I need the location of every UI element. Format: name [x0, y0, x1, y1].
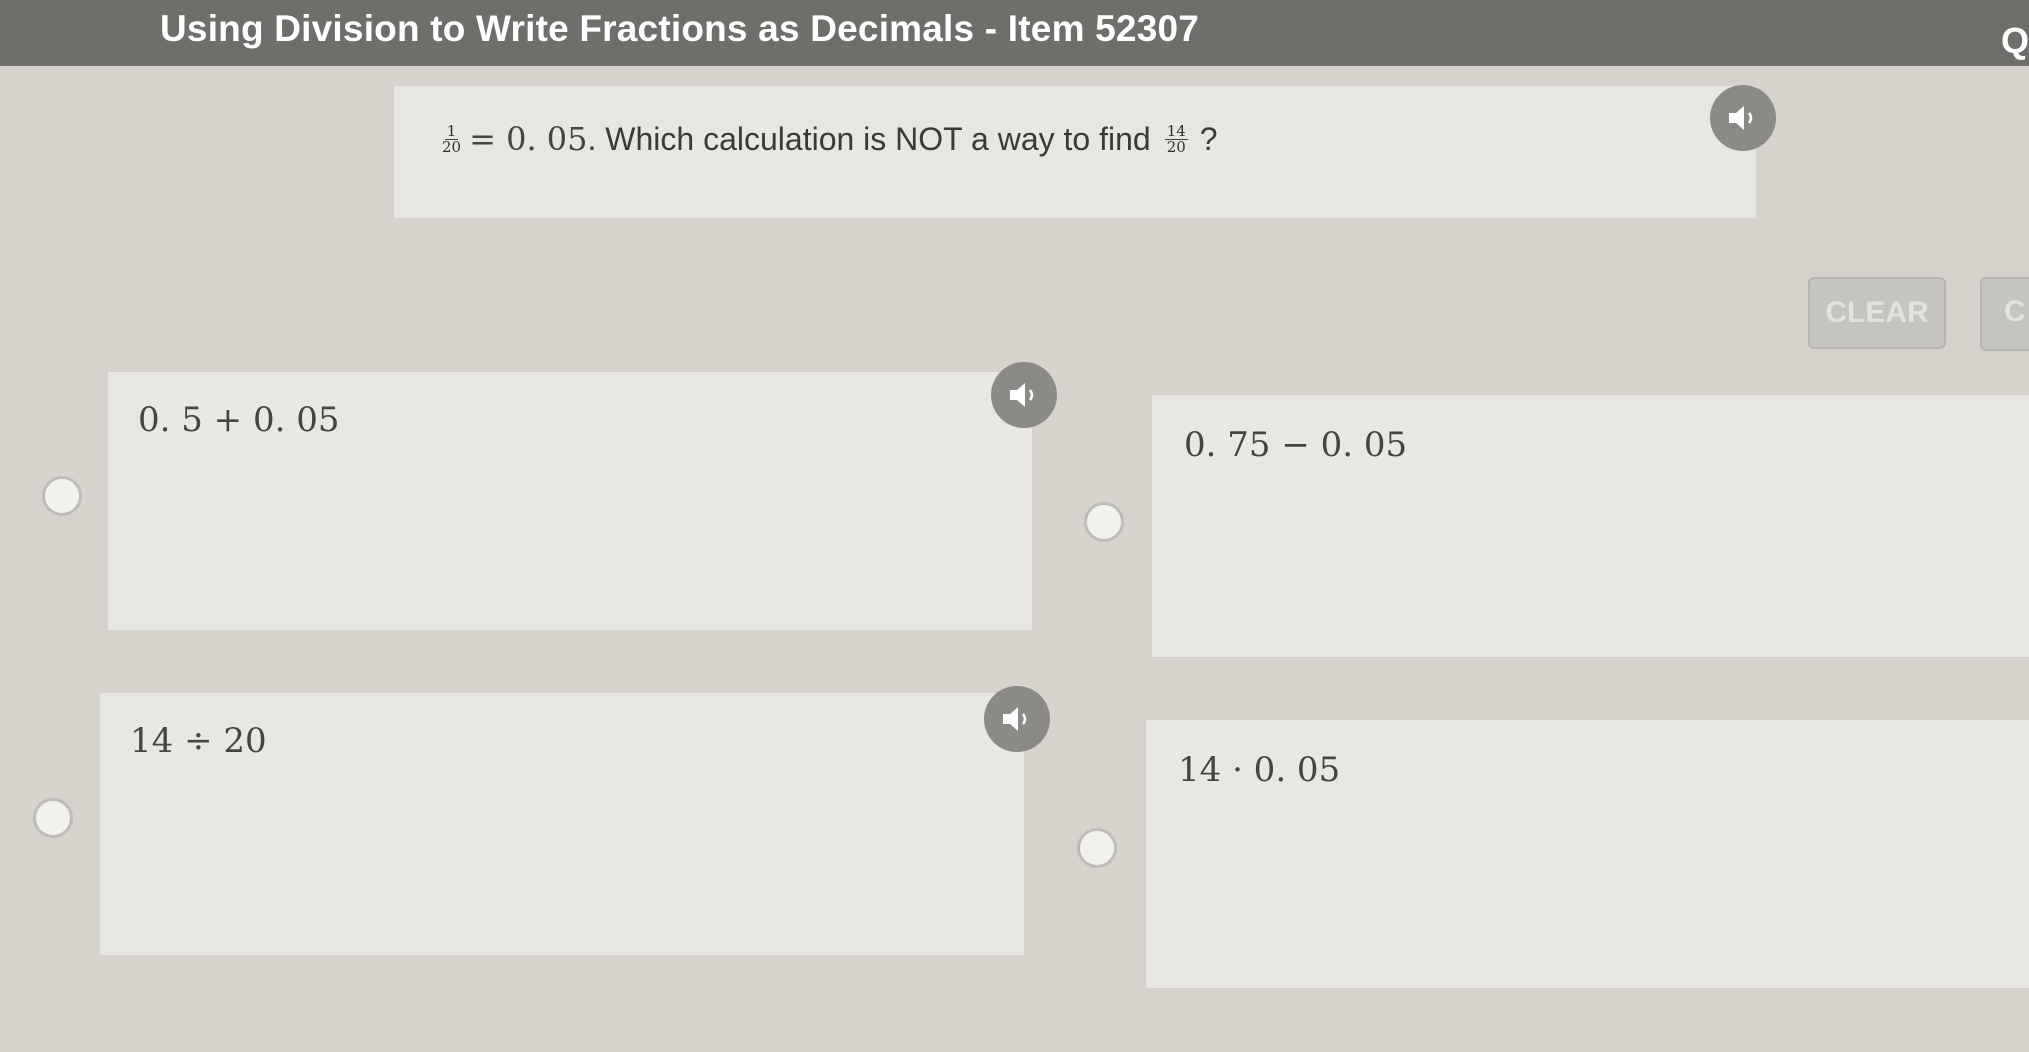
question-equals: = 0. 05 [469, 120, 588, 158]
choice-card-b[interactable]: 0. 75 − 0. 05 [1152, 395, 2029, 657]
fraction-one-twentieth: 1 20 [440, 123, 463, 156]
choice-speaker-button-c[interactable] [984, 686, 1050, 752]
choice-label: 14 · 0. 05 [1178, 750, 1341, 790]
choice-card-a[interactable]: 0. 5 + 0. 05 [108, 372, 1032, 630]
header-right-label: Q [2000, 20, 2029, 61]
choice-label: 0. 75 − 0. 05 [1184, 425, 1408, 465]
choice-label: 0. 5 + 0. 05 [138, 400, 340, 440]
speaker-icon [1010, 383, 1034, 407]
question-speaker-button[interactable] [1710, 85, 1776, 151]
choice-radio-a[interactable] [42, 476, 82, 516]
question-mark: ? [1199, 120, 1218, 157]
choice-card-d[interactable]: 14 · 0. 05 [1146, 720, 2029, 988]
speaker-icon [1729, 106, 1753, 130]
choice-speaker-button-a[interactable] [991, 362, 1057, 428]
question-prompt: . Which calculation is NOT a way to find [587, 120, 1151, 157]
choice-radio-d[interactable] [1077, 828, 1117, 868]
choice-radio-c[interactable] [33, 798, 73, 838]
fraction-fourteen-twentieths: 14 20 [1164, 123, 1188, 156]
question-text: 1 20 = 0. 05 . Which calculation is NOT … [434, 120, 1218, 158]
choice-card-c[interactable]: 14 ÷ 20 [100, 693, 1024, 955]
speaker-icon [1003, 707, 1027, 731]
title-bar: Using Division to Write Fractions as Dec… [0, 0, 2029, 66]
choice-label: 14 ÷ 20 [130, 721, 267, 761]
next-button[interactable]: C [1980, 277, 2029, 351]
question-box: 1 20 = 0. 05 . Which calculation is NOT … [394, 86, 1756, 218]
fraction-denominator: 20 [1166, 137, 1186, 156]
choice-radio-b[interactable] [1084, 502, 1124, 542]
fraction-denominator: 20 [442, 137, 462, 156]
clear-button[interactable]: CLEAR [1808, 277, 1946, 349]
page-title: Using Division to Write Fractions as Dec… [160, 8, 1200, 49]
